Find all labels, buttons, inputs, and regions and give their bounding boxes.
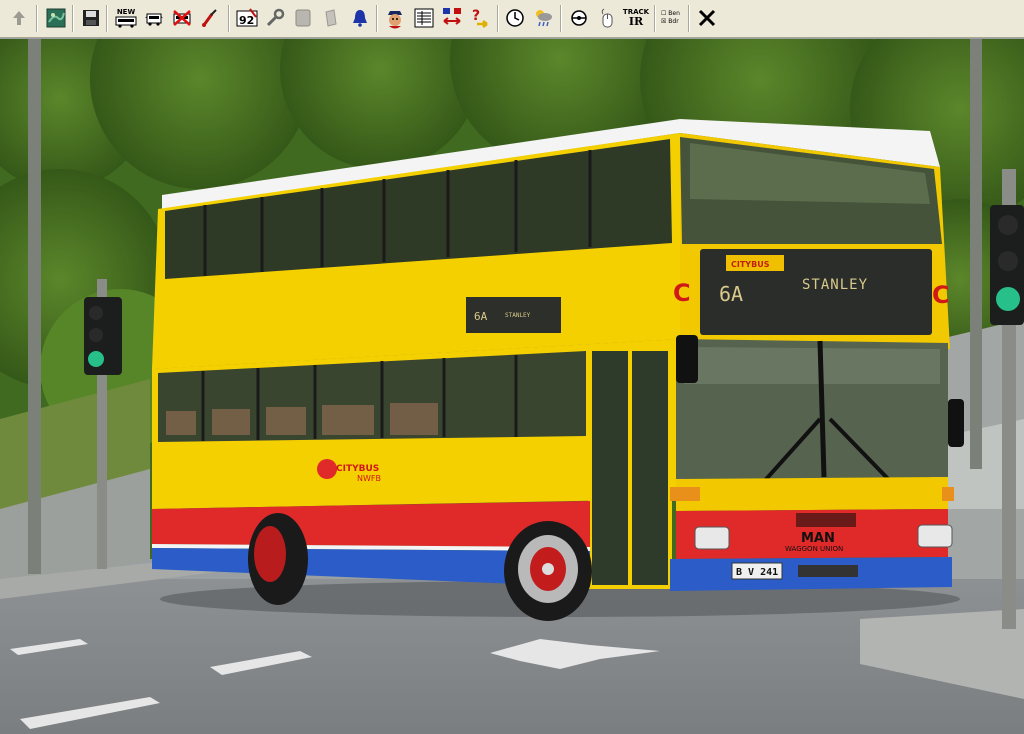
toolbar-separator [560,5,562,32]
wrench-icon[interactable] [264,7,286,29]
line-number-icon[interactable]: 92 [236,7,258,29]
side-route: 6A [474,310,488,323]
mouse-icon[interactable] [596,7,618,29]
up-arrow-icon[interactable] [8,7,30,29]
operator-c-logo-left: C [673,279,691,307]
svg-text:?: ? [472,8,480,24]
scene-render: 6A STANLEY CITYBUS 6A STANLEY C C MAN WA… [0,39,1024,734]
viewport-3d[interactable]: 6A STANLEY CITYBUS 6A STANLEY C C MAN WA… [0,39,1024,734]
new-label: NEW [116,7,136,16]
operator-c-logo-right: C [932,281,950,309]
headlight-left [694,526,730,550]
toolbar: NEW 92 ? TRACK IR ☐ Ben ☒ Bdr [0,0,1024,38]
side-operator-logo: CITYBUS [336,464,379,474]
side-destination: STANLEY [505,312,531,319]
front-wheel [504,521,592,621]
toolbar-separator [376,5,378,32]
toolbar-separator [228,5,230,32]
option-toggle-icon[interactable]: ☐ Ben ☒ Bdr [661,7,685,29]
toolbar-separator [497,5,499,32]
bus-icon[interactable] [143,7,165,29]
weather-icon[interactable] [532,7,554,29]
bus: 6A STANLEY CITYBUS 6A STANLEY C C MAN WA… [152,119,964,621]
bodybuilder-badge: WAGGON UNION [785,545,843,553]
front-destination-text: STANLEY [802,277,868,293]
mirror-right [948,399,964,447]
save-icon[interactable] [80,7,102,29]
option-label-1: ☐ Ben [661,10,680,17]
new-bus-icon[interactable]: NEW [115,7,137,29]
option-label-2: ☒ Bdr [661,18,679,25]
headlight-right [917,524,953,548]
driver-icon[interactable] [384,7,406,29]
timetable-icon[interactable] [413,7,435,29]
ticket-icon[interactable] [292,7,314,29]
map-icon[interactable] [45,7,67,29]
toolbar-separator [72,5,74,32]
close-icon[interactable] [696,7,718,29]
manufacturer-badge: MAN [801,531,835,546]
help-icon[interactable]: ? [469,7,491,29]
rear-wheel [248,513,308,605]
bell-icon[interactable] [349,7,371,29]
plate-text: B V 241 [736,567,778,578]
mirror-left [676,335,698,383]
toolbar-separator [654,5,656,32]
pole-right [970,39,982,469]
ir-label: IR [628,15,644,28]
toolbar-separator [36,5,38,32]
side-operator-tag: NWFB [357,474,381,483]
line-number-label: 92 [239,14,255,27]
gray-ticket-icon[interactable] [320,7,342,29]
clock-icon[interactable] [504,7,526,29]
delete-bus-icon[interactable] [171,7,193,29]
pole-left [28,39,41,574]
toolbar-separator [106,5,108,32]
camera-icon[interactable] [568,7,590,29]
front-route-number: 6A [719,282,743,306]
front-operator-logo: CITYBUS [731,260,770,269]
track-ir-icon[interactable]: TRACK IR [623,7,649,29]
swap-icon[interactable] [441,7,463,29]
toolbar-separator [688,5,690,32]
paint-icon[interactable] [199,7,221,29]
